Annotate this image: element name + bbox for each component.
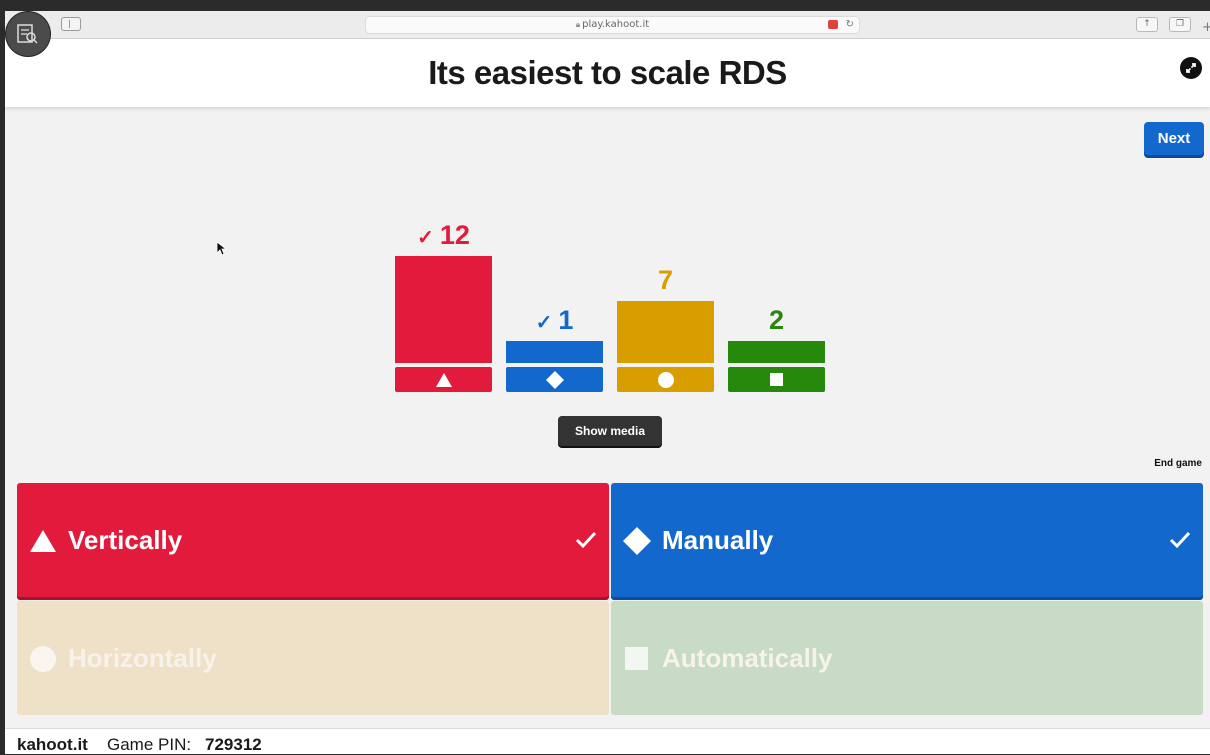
bar-group-square: 2 — [728, 139, 825, 399]
answer-triangle: Vertically — [17, 483, 609, 597]
bar-shape-square — [728, 367, 825, 392]
bar-value: 12 — [439, 220, 470, 250]
bar-count-label: 7 — [617, 265, 714, 296]
bar-group-diamond: ✓ 1 — [506, 139, 603, 399]
bar-value: 7 — [657, 265, 674, 295]
bar-shape-diamond — [506, 367, 603, 392]
url-text: play.kahoot.it — [582, 19, 650, 30]
question-header: Its easiest to scale RDS — [5, 39, 1210, 107]
next-button[interactable]: Next — [1144, 122, 1204, 155]
bar-count-label: 2 — [728, 305, 825, 336]
window-top-edge — [0, 0, 1210, 11]
screen-recorder-badge[interactable] — [6, 12, 50, 56]
correct-check-icon: ✓ — [417, 227, 434, 249]
bar-shape-circle — [617, 367, 714, 392]
share-icon[interactable]: ↑ — [1136, 17, 1158, 32]
check-icon — [575, 531, 597, 549]
answer-text: Manually — [662, 525, 774, 555]
bar-group-circle: 7 — [617, 139, 714, 399]
check-icon — [1169, 531, 1191, 549]
bar-triangle — [395, 256, 492, 363]
square-icon — [625, 647, 648, 670]
answer-square: Automatically — [611, 601, 1203, 715]
recorder-icon — [17, 24, 38, 44]
browser-toolbar: 🔒︎ play.kahoot.it ↻ ↑ ❐ + — [5, 11, 1210, 39]
bar-group-triangle: ✓ 12 — [395, 139, 492, 399]
show-tabs-icon[interactable]: ❐ — [1169, 17, 1191, 32]
kahoot-page: Its easiest to scale RDS Next ✓ 12 ✓ 1 7 2 Sh… — [5, 39, 1210, 754]
answer-diamond: Manually — [611, 483, 1203, 597]
bar-circle — [617, 301, 714, 363]
question-title: Its easiest to scale RDS — [428, 54, 787, 91]
new-tab-icon[interactable]: + — [1202, 20, 1210, 35]
diamond-icon — [545, 370, 564, 389]
triangle-icon — [435, 372, 452, 387]
extension-icon[interactable] — [828, 20, 838, 29]
reload-icon[interactable]: ↻ — [846, 17, 854, 33]
bar-value: 2 — [768, 305, 785, 335]
results-chart: ✓ 12 ✓ 1 7 2 — [345, 139, 885, 449]
bar-diamond — [506, 341, 603, 363]
bar-count-label: ✓ 1 — [506, 305, 603, 336]
address-bar[interactable]: 🔒︎ play.kahoot.it ↻ — [365, 16, 860, 34]
game-pin-value: 729312 — [205, 735, 262, 754]
fullscreen-icon[interactable] — [1180, 57, 1202, 79]
correct-check-icon: ✓ — [535, 312, 553, 334]
end-game-link[interactable]: End game — [1154, 458, 1202, 469]
bar-value: 1 — [558, 305, 574, 335]
bar-count-label: ✓ 12 — [395, 220, 492, 251]
answer-circle: Horizontally — [17, 601, 609, 715]
bar-square — [728, 341, 825, 363]
circle-icon — [30, 646, 56, 672]
triangle-icon — [30, 530, 56, 552]
circle-icon — [657, 371, 674, 388]
kahoot-brand: kahoot.it — [17, 735, 88, 754]
square-icon — [770, 373, 783, 386]
sidebar-toggle-icon[interactable] — [61, 17, 81, 31]
mouse-cursor-icon — [217, 242, 227, 256]
game-pin-label: Game PIN: — [107, 735, 192, 754]
lock-icon: 🔒︎ — [575, 20, 581, 29]
show-media-button[interactable]: Show media — [558, 416, 662, 446]
answer-text: Horizontally — [68, 643, 217, 673]
answer-text: Automatically — [662, 643, 833, 673]
diamond-icon — [623, 527, 651, 555]
bar-shape-triangle — [395, 367, 492, 392]
footer-bar: kahoot.it Game PIN: 729312 — [5, 728, 1210, 754]
answer-text: Vertically — [68, 525, 183, 555]
